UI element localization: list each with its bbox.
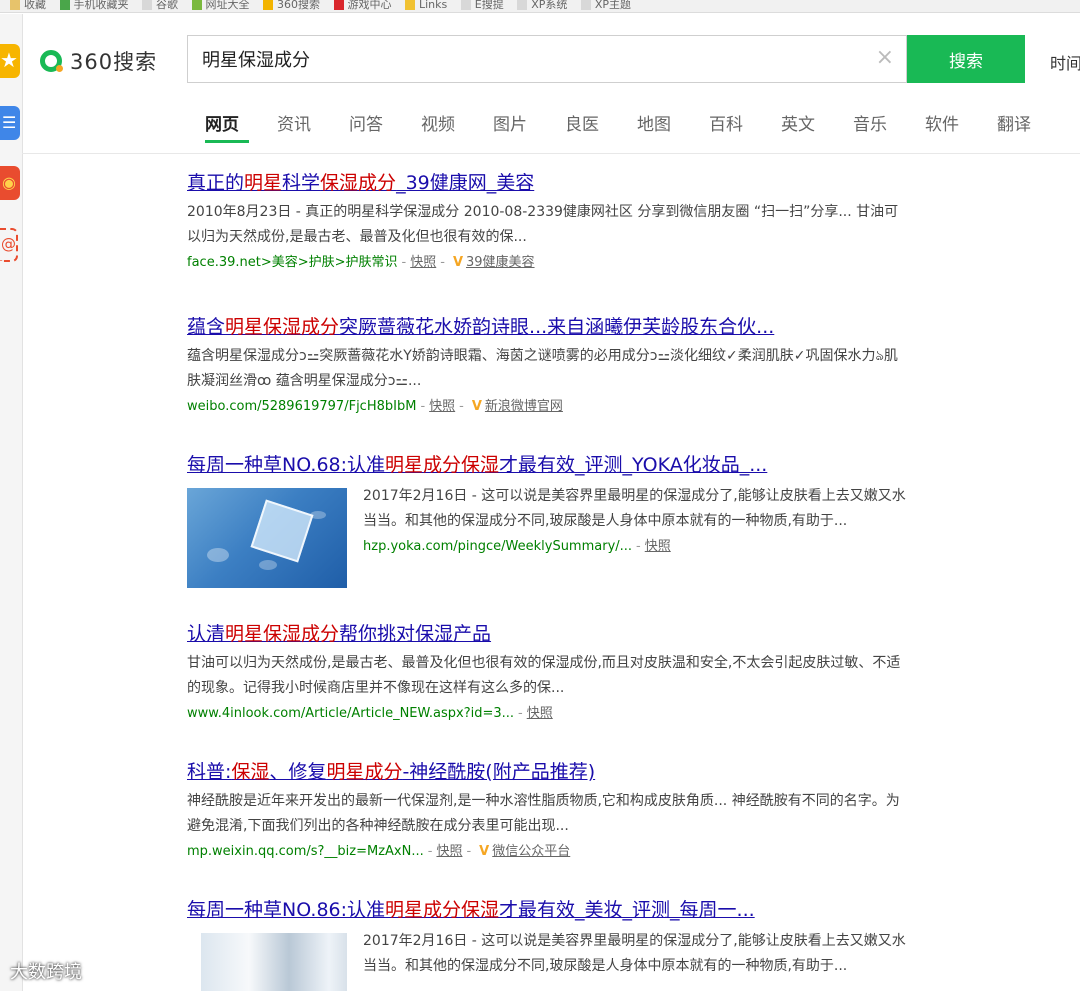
folder-icon <box>10 0 20 10</box>
result-item: 真正的明星科学保湿成分_39健康网_美容 2010年8月23日 - 真正的明星科… <box>187 170 917 274</box>
tab-qa[interactable]: 问答 <box>349 110 383 140</box>
site-icon <box>263 0 273 10</box>
bookmark-icon <box>59 0 70 10</box>
result-text-block: 2017年2月16日 - 这可以说是美容界里最明星的保湿成分了,能够让皮肤看上去… <box>363 925 917 979</box>
logo[interactable]: 360搜索 <box>40 44 157 78</box>
at-sign-icon[interactable] <box>0 228 18 262</box>
result-description: 甘油可以归为天然成份,是最古老、最普及化但也很有效的保湿成份,而且对皮肤温和安全… <box>187 655 901 696</box>
tab-health[interactable]: 良医 <box>565 110 599 140</box>
result-title-link[interactable]: 每周一种草NO.68:认准明星成分保湿才最有效_评测_YOKA化妆品_... <box>187 452 917 478</box>
result-item: 每周一种草NO.86:认准明星成分保湿才最有效_美妆_评测_每周一... 201… <box>187 897 917 991</box>
page-icon <box>460 0 471 10</box>
result-url[interactable]: face.39.net>美容>护肤>护肤常识 <box>187 255 398 270</box>
source-link[interactable]: 微信公众平台 <box>492 844 570 859</box>
bookmark-item[interactable]: Links <box>405 0 447 10</box>
logo-ring-icon <box>40 50 63 72</box>
site-icon <box>191 0 202 10</box>
result-description: 蕴含明星保湿成分ↄ⚍突厥蔷薇花水Y娇韵诗眼霜、海茵之谜喷雾的必用成分ↄ⚍淡化细纹… <box>187 348 898 389</box>
result-url-line: face.39.net>美容>护肤>护肤常识 - 快照 - V 39健康美容 <box>187 255 535 270</box>
time-filter-link[interactable]: 时间 <box>1050 50 1080 74</box>
snapshot-link[interactable]: 快照 <box>436 844 462 859</box>
verified-v-icon: V <box>471 399 482 414</box>
verified-v-icon: V <box>479 844 490 859</box>
bookmark-item[interactable]: 收藏 <box>10 0 46 10</box>
result-url[interactable]: hzp.yoka.com/pingce/WeeklySummary/... <box>363 539 632 554</box>
page-icon <box>517 0 528 10</box>
result-item: 科普:保湿、修复明星成分-神经酰胺(附产品推荐) 神经酰胺是近年来开发出的最新一… <box>187 759 917 863</box>
list-icon[interactable] <box>0 106 20 140</box>
bookmark-item[interactable]: 360搜索 <box>263 0 320 10</box>
bookmarks-bar: 收藏 手机收藏夹 谷歌 网址大全 360搜索 游戏中心 Links E搜提 XP… <box>0 0 1080 13</box>
weibo-icon[interactable] <box>0 166 20 200</box>
result-description: 2017年2月16日 - 这可以说是美容界里最明星的保湿成分了,能够让皮肤看上去… <box>363 488 906 529</box>
watermark: 大数跨境 <box>10 962 82 983</box>
header-divider <box>22 153 1080 154</box>
result-url[interactable]: weibo.com/5289619797/FjcH8bIbM <box>187 399 416 414</box>
result-description: 2010年8月23日 - 真正的明星科学保湿成分 2010-08-2339健康网… <box>187 204 899 245</box>
result-title-link[interactable]: 蕴含明星保湿成分突厥蔷薇花水娇韵诗眼...来自涵曦伊芙龄股东合伙... <box>187 314 917 340</box>
result-text-block: 2017年2月16日 - 这可以说是美容界里最明星的保湿成分了,能够让皮肤看上去… <box>363 480 923 558</box>
ice-cube-image <box>187 488 347 588</box>
snapshot-link[interactable]: 快照 <box>429 399 455 414</box>
bookmark-item[interactable]: E搜提 <box>460 0 504 10</box>
result-title-link[interactable]: 真正的明星科学保湿成分_39健康网_美容 <box>187 170 917 196</box>
result-thumbnail[interactable] <box>201 933 347 991</box>
result-url-line: hzp.yoka.com/pingce/WeeklySummary/... - 快照 <box>363 539 671 554</box>
result-url[interactable]: mp.weixin.qq.com/s?__biz=MzAxN... <box>187 844 424 859</box>
folder-icon <box>405 0 415 10</box>
search-header: 360搜索 × 搜索 时间 网页 资讯 问答 视频 图片 良医 地图 百科 英文… <box>22 14 1080 154</box>
logo-text: 360搜索 <box>70 50 158 74</box>
bookmark-item[interactable]: 游戏中心 <box>333 0 392 10</box>
tab-baike[interactable]: 百科 <box>709 110 743 140</box>
tab-map[interactable]: 地图 <box>637 110 671 140</box>
result-url-line: weibo.com/5289619797/FjcH8bIbM - 快照 - V 新浪微博官… <box>187 399 563 414</box>
result-title-link[interactable]: 科普:保湿、修复明星成分-神经酰胺(附产品推荐) <box>187 759 917 785</box>
result-url[interactable]: www.4inlook.com/Article/Article_NEW.aspx… <box>187 706 514 721</box>
bookmark-item[interactable]: 网址大全 <box>191 0 250 10</box>
bookmark-item[interactable]: 手机收藏夹 <box>59 0 129 10</box>
tab-translate[interactable]: 翻译 <box>997 110 1031 140</box>
game-icon <box>333 0 344 10</box>
source-link[interactable]: 39健康美容 <box>466 255 535 270</box>
tab-news[interactable]: 资讯 <box>277 110 311 140</box>
result-description: 2017年2月16日 - 这可以说是美容界里最明星的保湿成分了,能够让皮肤看上去… <box>363 933 906 974</box>
glass-product-image <box>201 933 347 991</box>
result-title-link[interactable]: 每周一种草NO.86:认准明星成分保湿才最有效_美妆_评测_每周一... <box>187 897 917 923</box>
source-link[interactable]: 新浪微博官网 <box>485 399 563 414</box>
left-sidebar <box>0 14 23 991</box>
favorites-star-icon[interactable] <box>0 44 20 78</box>
result-description: 神经酰胺是近年来开发出的最新一代保湿剂,是一种水溶性脂质物质,它和构成皮肤角质.… <box>187 793 900 834</box>
active-tab-indicator <box>205 140 249 143</box>
result-title-link[interactable]: 认清明星保湿成分帮你挑对保湿产品 <box>187 621 917 647</box>
tab-web[interactable]: 网页 <box>205 110 239 140</box>
snapshot-link[interactable]: 快照 <box>527 706 553 721</box>
result-url-line: mp.weixin.qq.com/s?__biz=MzAxN... - 快照 - V 微信… <box>187 844 571 859</box>
search-button[interactable]: 搜索 <box>907 35 1025 83</box>
tab-video[interactable]: 视频 <box>421 110 455 140</box>
tab-software[interactable]: 软件 <box>925 110 959 140</box>
verified-v-icon: V <box>452 255 463 270</box>
bookmark-item[interactable]: XP系统 <box>517 0 567 10</box>
result-url-line: www.4inlook.com/Article/Article_NEW.aspx… <box>187 706 553 721</box>
page-icon <box>580 0 591 10</box>
tab-images[interactable]: 图片 <box>493 110 527 140</box>
search-input[interactable] <box>188 36 858 82</box>
result-item: 每周一种草NO.68:认准明星成分保湿才最有效_评测_YOKA化妆品_... 2… <box>187 452 917 592</box>
page-icon <box>142 0 152 10</box>
snapshot-link[interactable]: 快照 <box>645 539 671 554</box>
result-thumbnail[interactable] <box>187 488 347 588</box>
search-tabs: 网页 资讯 问答 视频 图片 良医 地图 百科 英文 音乐 软件 翻译 <box>205 110 1069 143</box>
snapshot-link[interactable]: 快照 <box>410 255 436 270</box>
bookmark-item[interactable]: XP主题 <box>580 0 631 10</box>
search-box: × <box>187 35 907 83</box>
tab-music[interactable]: 音乐 <box>853 110 887 140</box>
result-item: 认清明星保湿成分帮你挑对保湿产品 甘油可以归为天然成份,是最古老、最普及化但也很… <box>187 621 917 725</box>
tab-english[interactable]: 英文 <box>781 110 815 140</box>
clear-icon[interactable]: × <box>876 46 894 70</box>
result-item: 蕴含明星保湿成分突厥蔷薇花水娇韵诗眼...来自涵曦伊芙龄股东合伙... 蕴含明星… <box>187 314 917 418</box>
bookmark-item[interactable]: 谷歌 <box>142 0 178 10</box>
